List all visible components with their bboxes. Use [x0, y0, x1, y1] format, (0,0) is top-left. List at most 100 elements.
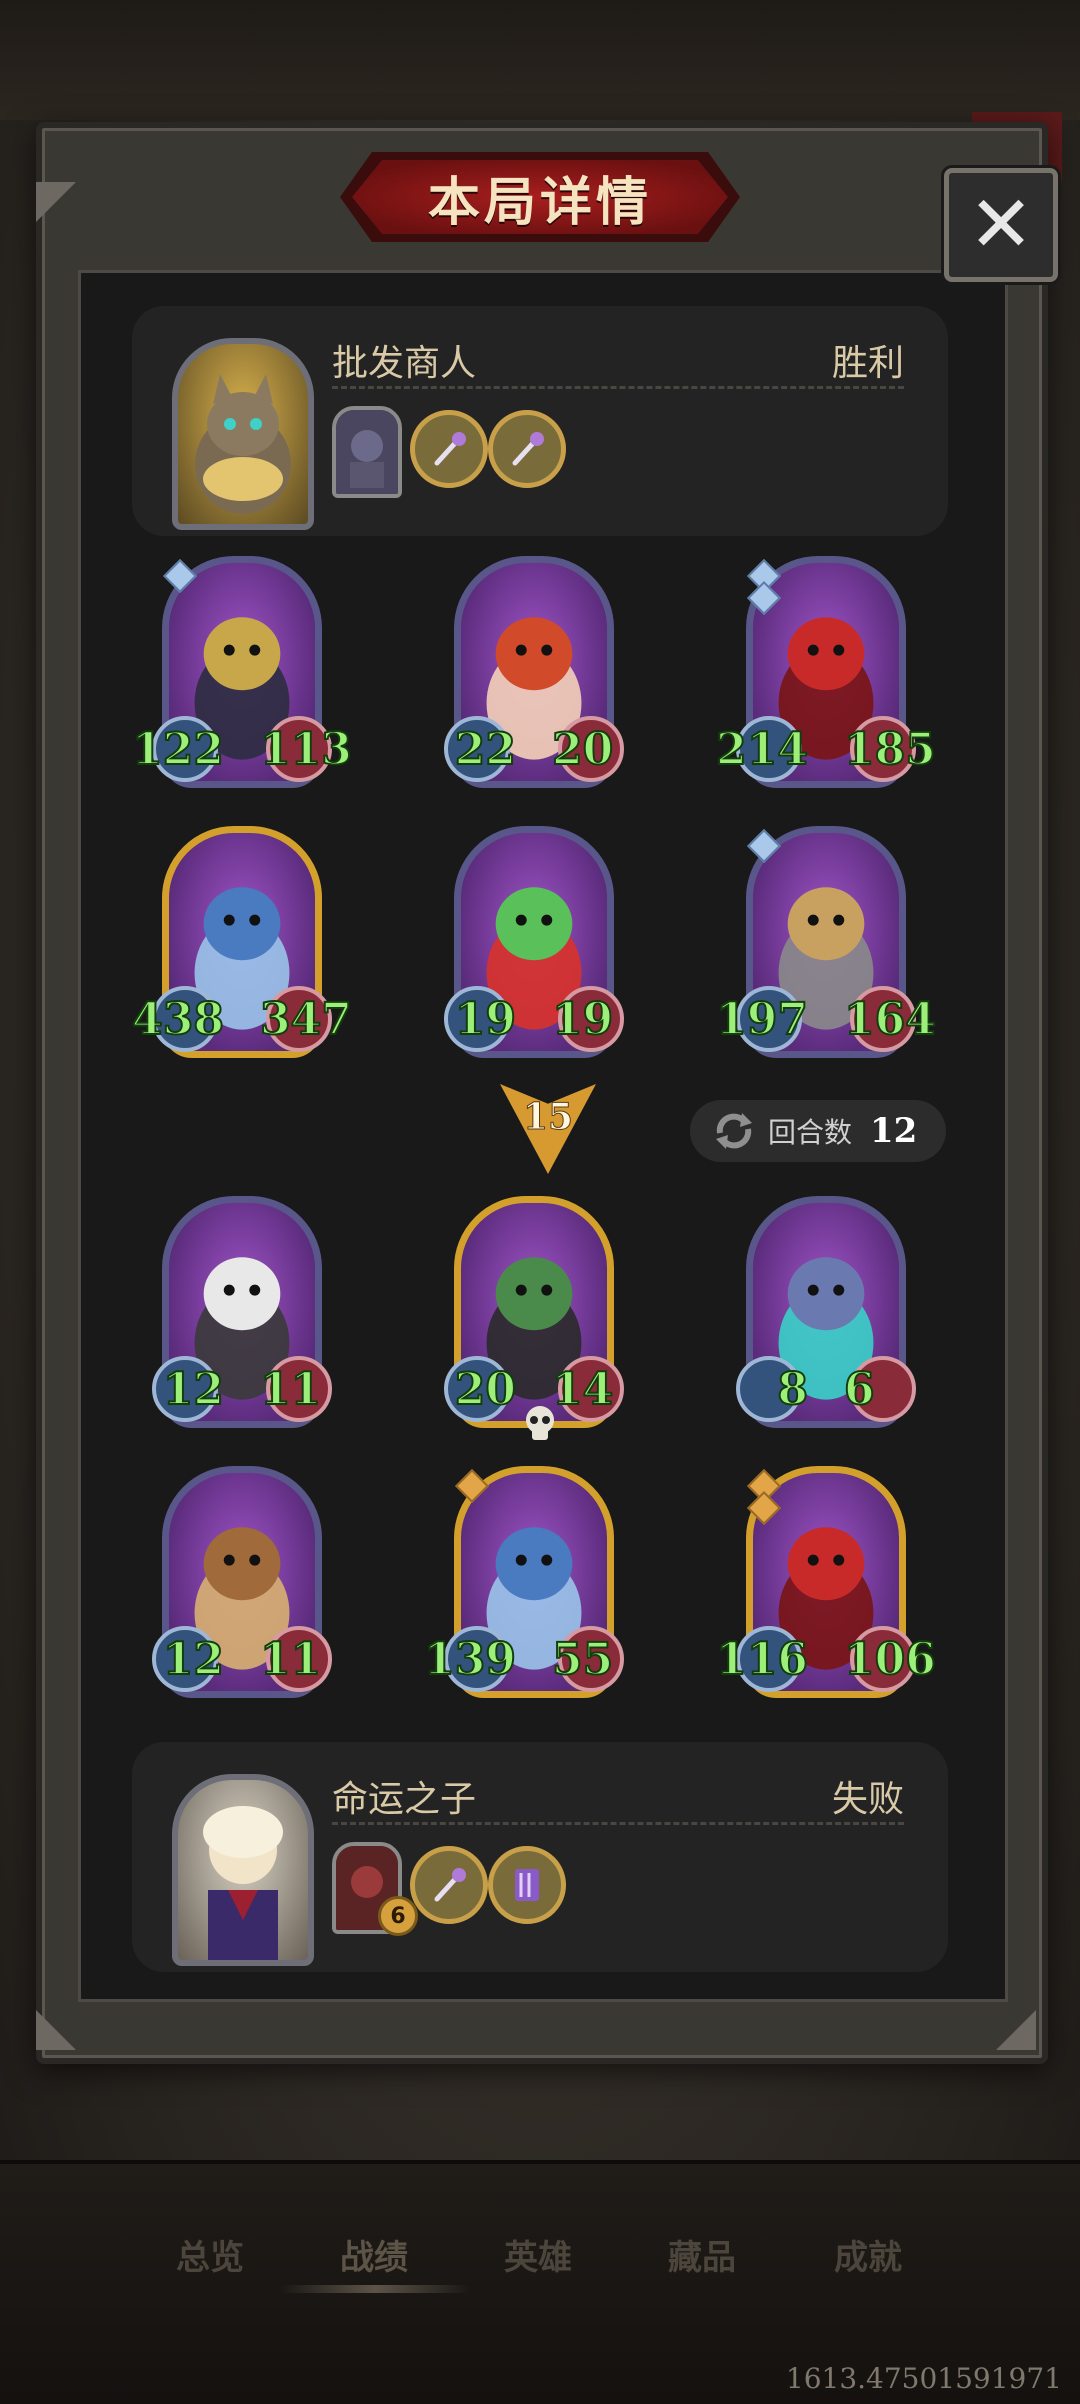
wand-item-2[interactable] — [488, 410, 566, 488]
unit-card-old-gambler[interactable]: 197 164 — [715, 826, 937, 1066]
health-value: 106 — [843, 1633, 937, 1686]
health-badge: 106 — [843, 1626, 937, 1692]
health-value: 347 — [259, 993, 353, 1046]
health-value: 55 — [551, 1633, 614, 1686]
health-badge: 11 — [259, 1356, 332, 1422]
unit-card-red-dragon[interactable]: 214 185 — [715, 556, 937, 796]
unit-card-masked-rabbit[interactable]: 12 11 — [152, 1196, 332, 1436]
attack-badge: 12 — [152, 1356, 225, 1422]
round-number: 15 — [522, 1096, 574, 1139]
card-portrait-icon — [336, 410, 398, 494]
spellbook-icon — [515, 1869, 539, 1901]
health-badge: 20 — [551, 716, 624, 782]
tab-records[interactable]: 战绩 — [340, 2230, 408, 2279]
wand-item-1[interactable] — [410, 410, 488, 488]
unit-card-red-haired-girl[interactable]: 22 20 — [444, 556, 624, 796]
unit-card-witch[interactable]: 20 14 — [444, 1196, 624, 1436]
attack-badge: 197 — [715, 986, 809, 1052]
attack-value: 20 — [454, 1363, 517, 1416]
noble-avatar-icon — [203, 1806, 283, 1960]
divider — [332, 386, 904, 389]
bottom-player-card[interactable]: 命运之子 失败 6 — [132, 1742, 948, 1972]
attack-badge: 116 — [715, 1626, 809, 1692]
health-badge: 347 — [259, 986, 353, 1052]
health-value: 113 — [259, 723, 353, 776]
health-value: 6 — [843, 1363, 876, 1416]
top-player-card[interactable]: 批发商人 胜利 — [132, 306, 948, 536]
turns-value: 12 — [870, 1111, 918, 1151]
health-badge: 55 — [551, 1626, 624, 1692]
health-badge: 113 — [259, 716, 353, 782]
magic-wand-icon — [434, 1868, 466, 1902]
close-icon: ✕ — [968, 180, 1034, 270]
turns-label: 回合数 — [768, 1116, 853, 1149]
attack-value: 197 — [715, 993, 809, 1046]
bottom-player-result: 失败 — [831, 1779, 904, 1820]
title-plate: 本局详情 — [352, 160, 728, 234]
health-badge: 14 — [551, 1356, 624, 1422]
unit-card-blue-dragon[interactable]: 139 55 — [423, 1466, 624, 1706]
version-number: 1613.47501591971 — [785, 2362, 1062, 2395]
close-button[interactable]: ✕ — [944, 168, 1058, 282]
magic-wand-icon — [434, 432, 466, 466]
spellbook-item[interactable] — [488, 1846, 566, 1924]
attack-badge: 19 — [444, 986, 517, 1052]
attack-value: 438 — [131, 993, 225, 1046]
divider — [332, 1822, 904, 1825]
unit-card-shadow-beast[interactable]: 86 — [736, 1196, 916, 1436]
attack-value: 214 — [715, 723, 809, 776]
attack-badge: 8 — [736, 1356, 809, 1422]
refresh-icon — [716, 1113, 752, 1149]
attack-value: 122 — [131, 723, 225, 776]
health-value: 19 — [551, 993, 614, 1046]
tab-overview[interactable]: 总览 — [176, 2230, 244, 2279]
attack-badge: 22 — [444, 716, 517, 782]
attack-badge: 139 — [423, 1626, 517, 1692]
unit-card-red-dragon[interactable]: 116 106 — [715, 1466, 937, 1706]
attack-value: 12 — [162, 1363, 225, 1416]
attack-value: 116 — [715, 1633, 809, 1686]
attack-badge: 122 — [131, 716, 225, 782]
tab-achievements[interactable]: 成就 — [834, 2230, 902, 2279]
bottom-player-avatar — [172, 1774, 314, 1966]
health-badge: 11 — [259, 1626, 332, 1692]
health-badge: 185 — [843, 716, 937, 782]
level-badge: 6 — [378, 1896, 418, 1936]
attack-badge: 20 — [444, 1356, 517, 1422]
top-player-name: 批发商人 — [332, 343, 477, 384]
attack-badge: 214 — [715, 716, 809, 782]
page-title: 本局详情 — [427, 172, 652, 233]
top-player-result: 胜利 — [831, 343, 904, 384]
health-value: 11 — [259, 1633, 322, 1686]
active-tab-indicator — [280, 2285, 470, 2293]
health-value: 14 — [551, 1363, 614, 1416]
health-value: 164 — [843, 993, 937, 1046]
tab-heroes[interactable]: 英雄 — [504, 2230, 572, 2279]
magic-wand-icon — [512, 432, 544, 466]
unit-card-armored-knight[interactable]: 122 113 — [131, 556, 353, 796]
attack-badge: 12 — [152, 1626, 225, 1692]
attack-value: 12 — [162, 1633, 225, 1686]
bottom-player-name: 命运之子 — [332, 1779, 477, 1820]
wand-item[interactable] — [410, 1846, 488, 1924]
health-value: 11 — [259, 1363, 322, 1416]
attack-badge: 438 — [131, 986, 225, 1052]
top-wall — [0, 0, 1080, 120]
attack-value: 19 — [454, 993, 517, 1046]
attack-value: 22 — [454, 723, 517, 776]
attack-value: 139 — [423, 1633, 517, 1686]
unit-card-apple-frog[interactable]: 19 19 — [444, 826, 624, 1066]
turns-pill: 回合数 12 — [690, 1100, 946, 1162]
unit-card-reindeer[interactable]: 12 11 — [152, 1466, 332, 1706]
health-badge: 164 — [843, 986, 937, 1052]
attack-value: 8 — [776, 1363, 809, 1416]
health-badge: 19 — [551, 986, 624, 1052]
health-badge: 6 — [843, 1356, 916, 1422]
hero-card-item[interactable] — [332, 406, 402, 498]
skull-icon — [526, 1406, 554, 1440]
unit-card-blue-dragon[interactable]: 438 347 — [131, 826, 353, 1066]
tab-collection[interactable]: 藏品 — [668, 2230, 736, 2279]
health-value: 185 — [843, 723, 937, 776]
health-value: 20 — [551, 723, 614, 776]
cat-avatar-icon — [195, 374, 291, 514]
